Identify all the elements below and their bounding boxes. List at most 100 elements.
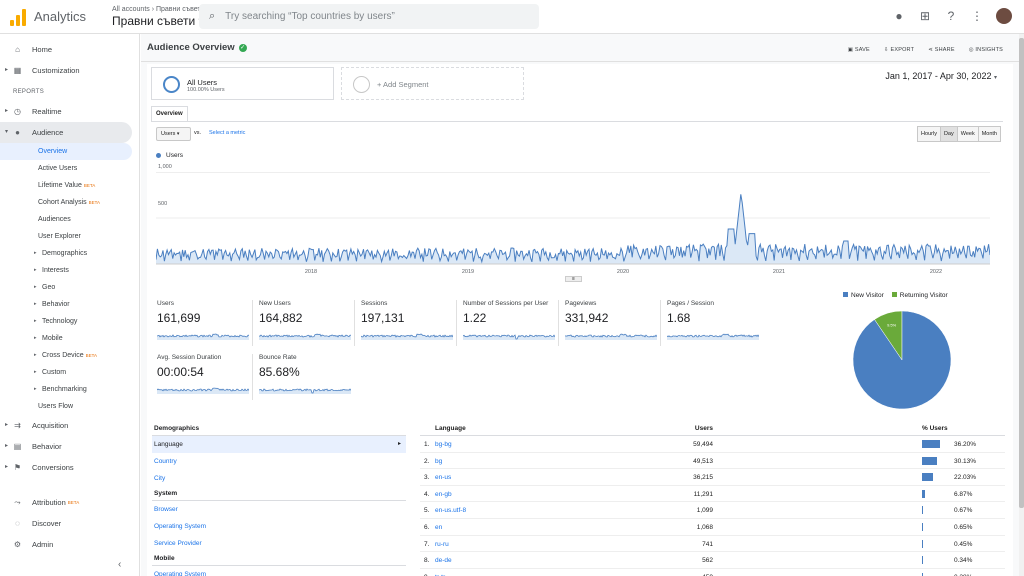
sidebar-item-acquisition[interactable]: ▸ ⇉ Acquisition [0,415,139,436]
sidebar-subitem-demographics[interactable]: ▸ Demographics [0,245,139,262]
date-range-picker[interactable]: Jan 1, 2017 - Apr 30, 2022 ▾ [885,71,997,81]
sidebar-item-admin[interactable]: ⚙ Admin [0,534,139,555]
expand-arrow-icon[interactable]: ▸ [5,463,8,470]
sidebar-item-realtime[interactable]: ▸ ◷ Realtime [0,101,139,122]
expand-arrow-icon[interactable]: ▸ [5,66,8,73]
scrollbar-thumb[interactable] [1019,38,1024,508]
demographics-link-operating-system[interactable]: Operating System [152,518,406,535]
language-link[interactable]: en-us.utf-8 [435,507,466,514]
metric-pageviews[interactable]: Pageviews 331,942 [564,300,661,346]
demographics-link-browser[interactable]: Browser [152,501,406,518]
sidebar-subitem-audiences[interactable]: Audiences [0,211,139,228]
tab-overview[interactable]: Overview [151,106,188,121]
demographics-link-language[interactable]: Language ▸ [152,436,406,453]
sidebar-subitem-technology[interactable]: ▸ Technology [0,313,139,330]
sidebar-item-behavior[interactable]: ▸ ▤ Behavior [0,436,139,457]
granularity-hourly[interactable]: Hourly [917,126,941,142]
sidebar-subitem-users-flow[interactable]: Users Flow [0,398,139,415]
granularity-week[interactable]: Week [956,126,979,142]
demographics-link-operating-system[interactable]: Operating System [152,566,406,576]
account-breadcrumb[interactable]: All accounts › Правни съвети [112,6,205,13]
account-selector[interactable]: All accounts › Правни съвети Правни съве… [112,6,205,27]
apps-grid-icon[interactable]: ⊞ [918,9,932,23]
metric-bounce-rate[interactable]: Bounce Rate 85.68% [258,354,355,400]
expand-arrow-icon[interactable]: ▸ [5,421,8,428]
expand-arrow-icon[interactable]: ▸ [34,335,37,341]
sidebar-item-attribution[interactable]: ⤳ Attribution BETA [0,492,139,513]
sidebar-item-discover[interactable]: ◌ Discover [0,513,139,534]
share-label: SHARE [934,47,955,53]
language-link[interactable]: bg [435,458,442,465]
save-button[interactable]: ▣ SAVE [848,47,870,53]
metric-new-users[interactable]: New Users 164,882 [258,300,355,346]
expand-arrow-icon[interactable]: ▸ [34,352,37,358]
sidebar-item-home[interactable]: ⌂ Home [0,39,139,60]
sidebar-item-customization[interactable]: ▸ ▦ Customization [0,60,139,81]
sidebar-subitem-cohort-analysis[interactable]: Cohort Analysis BETA [0,194,139,211]
expand-arrow-icon[interactable]: ▸ [5,107,8,114]
collapse-arrow-icon[interactable]: ▾ [5,128,8,135]
language-link[interactable]: ru-ru [435,541,449,548]
demographics-link-city[interactable]: City [152,470,406,487]
segment-ring-icon [163,76,180,93]
granularity-day[interactable]: Day [939,126,958,142]
sidebar-subitem-benchmarking[interactable]: ▸ Benchmarking [0,381,139,398]
avatar[interactable] [996,8,1012,24]
demographics-link-service-provider[interactable]: Service Provider [152,535,406,552]
share-button[interactable]: ⋖ SHARE [928,47,955,53]
sidebar-subitem-geo[interactable]: ▸ Geo [0,279,139,296]
sidebar-subitem-lifetime-value[interactable]: Lifetime Value BETA [0,177,139,194]
expand-arrow-icon[interactable]: ▸ [34,369,37,375]
granularity-month[interactable]: Month [977,126,1001,142]
col-pct-users[interactable]: % Users [922,425,948,432]
property-name[interactable]: Правни съвети ▾ [112,15,205,27]
language-link[interactable]: en-us [435,474,451,481]
sidebar-subitem-interests[interactable]: ▸ Interests [0,262,139,279]
sidebar-item-conversions[interactable]: ▸ ⚑ Conversions [0,457,139,478]
expand-arrow-icon[interactable]: ▸ [34,250,37,256]
sidebar-subitem-mobile[interactable]: ▸ Mobile [0,330,139,347]
col-users[interactable]: Users [695,425,713,432]
analytics-logo-icon[interactable] [10,8,26,26]
language-link[interactable]: bg-bg [435,441,452,448]
sidebar-subitem-custom[interactable]: ▸ Custom [0,364,139,381]
collapse-sidebar-icon[interactable]: ‹ [118,559,121,570]
help-icon[interactable]: ? [944,9,958,23]
demographics-link-country[interactable]: Country [152,453,406,470]
sidebar-subitem-active-users[interactable]: Active Users [0,160,139,177]
expand-arrow-icon[interactable]: ▸ [34,284,37,290]
expand-arrow-icon[interactable]: ▸ [34,386,37,392]
pie-slice-new-visitor[interactable] [852,310,952,410]
language-link[interactable]: en-gb [435,491,452,498]
sidebar-subitem-overview[interactable]: Overview [0,143,132,160]
add-segment-button[interactable]: + Add Segment [341,67,524,100]
insights-button[interactable]: ◎ INSIGHTS [969,47,1003,53]
sidebar-item-audience[interactable]: ▾ ● Audience [0,122,132,143]
export-button[interactable]: ⇩ EXPORT [884,47,914,53]
search-input[interactable]: ⌕ Try searching “Top countries by users” [199,4,539,29]
more-vert-icon[interactable]: ⋮ [970,9,984,23]
notifications-bell-icon[interactable]: ● [892,9,906,23]
sidebar-subitem-behavior[interactable]: ▸ Behavior [0,296,139,313]
expand-arrow-icon[interactable]: ▸ [34,318,37,324]
language-link[interactable]: en [435,524,442,531]
language-link[interactable]: de-de [435,557,452,564]
metric-number-of-sessions-per-user[interactable]: Number of Sessions per User 1.22 [462,300,559,346]
metric-users[interactable]: Users 161,699 [156,300,253,346]
chart-resize-handle[interactable]: ≡ [565,276,582,282]
metric-select[interactable]: Users ▾ [156,127,191,141]
segment-all-users[interactable]: All Users 100.00% Users [151,67,334,100]
metric-pages-session[interactable]: Pages / Session 1.68 [666,300,763,346]
sidebar-subitem-user-explorer[interactable]: User Explorer [0,228,139,245]
sidebar-subitem-cross-device[interactable]: ▸ Cross Device BETA [0,347,139,364]
expand-arrow-icon[interactable]: ▸ [34,301,37,307]
expand-arrow-icon[interactable]: ▸ [5,442,8,449]
expand-arrow-icon[interactable]: ▸ [34,267,37,273]
scrollbar[interactable] [1019,34,1024,576]
section-heading: Demographics [152,422,406,436]
metric-avg-session-duration[interactable]: Avg. Session Duration 00:00:54 [156,354,253,400]
select-metric-link[interactable]: Select a metric [209,130,245,136]
users-line-chart[interactable]: 2018 2019 2020 2021 2022 [156,172,990,274]
metric-sessions[interactable]: Sessions 197,131 [360,300,457,346]
visitor-pie-chart[interactable]: 9.5%90.5% [852,310,952,410]
